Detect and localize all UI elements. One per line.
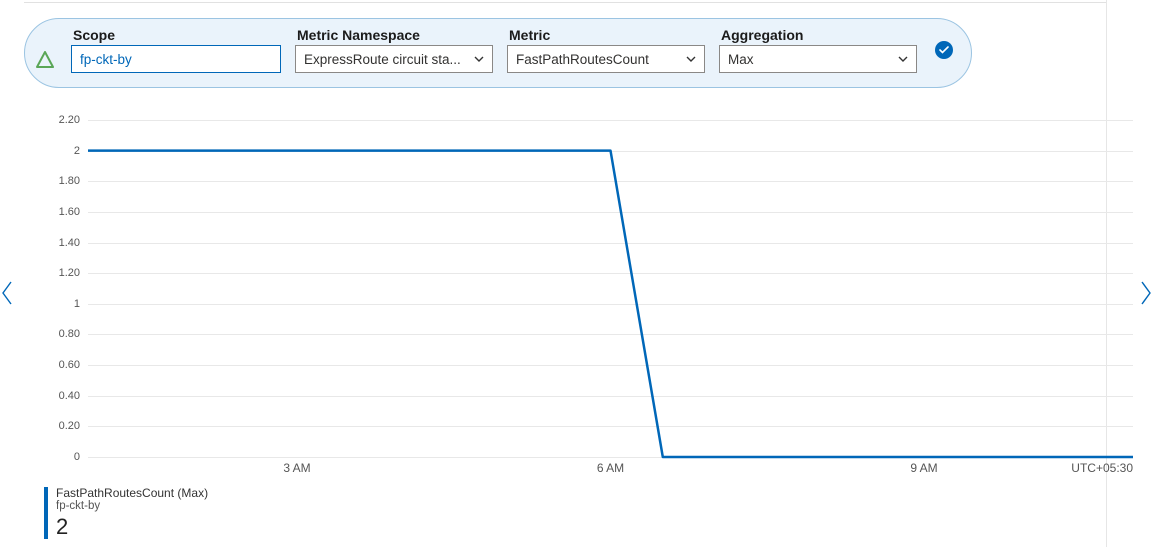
chevron-down-icon bbox=[474, 56, 484, 62]
aggregation-label: Aggregation bbox=[719, 27, 917, 43]
legend-text: FastPathRoutesCount (Max) fp-ckt-by 2 bbox=[56, 487, 208, 539]
metric-namespace-select[interactable]: ExpressRoute circuit sta... bbox=[295, 45, 493, 73]
scope-select[interactable]: fp-ckt-by bbox=[71, 45, 281, 73]
legend-color-bar bbox=[44, 487, 48, 539]
legend-series-name: FastPathRoutesCount (Max) bbox=[56, 487, 208, 501]
y-axis-tick-label: 1.40 bbox=[44, 237, 84, 249]
metric-chart: 00.200.400.600.8011.201.401.601.8022.203… bbox=[44, 120, 1133, 477]
y-axis-tick-label: 1.20 bbox=[44, 267, 84, 279]
y-axis-tick-label: 1.80 bbox=[44, 175, 84, 187]
y-axis-tick-label: 0.20 bbox=[44, 420, 84, 432]
apply-check-button[interactable] bbox=[935, 41, 953, 59]
top-divider bbox=[24, 2, 1106, 3]
y-axis-tick-label: 2.20 bbox=[44, 114, 84, 126]
aggregation-field: Aggregation Max bbox=[719, 27, 917, 73]
metric-filter-pill: Scope fp-ckt-by Metric Namespace Express… bbox=[24, 18, 972, 88]
y-axis-tick-label: 2 bbox=[44, 145, 84, 157]
x-axis-tick-label: 9 AM bbox=[910, 461, 937, 475]
metric-label: Metric bbox=[507, 27, 705, 43]
legend-resource-name: fp-ckt-by bbox=[56, 500, 208, 513]
y-axis-tick-label: 1 bbox=[44, 298, 84, 310]
scroll-right-button[interactable] bbox=[1139, 280, 1153, 309]
scope-label: Scope bbox=[71, 27, 281, 43]
y-axis-tick-label: 0.60 bbox=[44, 359, 84, 371]
chart-legend[interactable]: FastPathRoutesCount (Max) fp-ckt-by 2 bbox=[44, 487, 208, 539]
metric-namespace-label: Metric Namespace bbox=[295, 27, 493, 43]
x-axis-tick-label: 6 AM bbox=[597, 461, 624, 475]
metric-field: Metric FastPathRoutesCount bbox=[507, 27, 705, 73]
chart-series-line bbox=[88, 120, 1133, 457]
metric-namespace-field: Metric Namespace ExpressRoute circuit st… bbox=[295, 27, 493, 73]
y-axis-tick-label: 0 bbox=[44, 451, 84, 463]
y-axis-tick-label: 1.60 bbox=[44, 206, 84, 218]
scroll-left-button[interactable] bbox=[0, 280, 14, 309]
aggregation-select[interactable]: Max bbox=[719, 45, 917, 73]
scope-field: Scope fp-ckt-by bbox=[71, 27, 281, 73]
legend-current-value: 2 bbox=[56, 514, 208, 539]
y-axis-tick-label: 0.80 bbox=[44, 328, 84, 340]
y-axis-tick-label: 0.40 bbox=[44, 390, 84, 402]
metric-select[interactable]: FastPathRoutesCount bbox=[507, 45, 705, 73]
chevron-down-icon bbox=[898, 56, 908, 62]
chevron-down-icon bbox=[686, 56, 696, 62]
x-axis-tick-label: 3 AM bbox=[283, 461, 310, 475]
timezone-label: UTC+05:30 bbox=[1071, 461, 1133, 475]
resource-icon bbox=[35, 51, 57, 73]
